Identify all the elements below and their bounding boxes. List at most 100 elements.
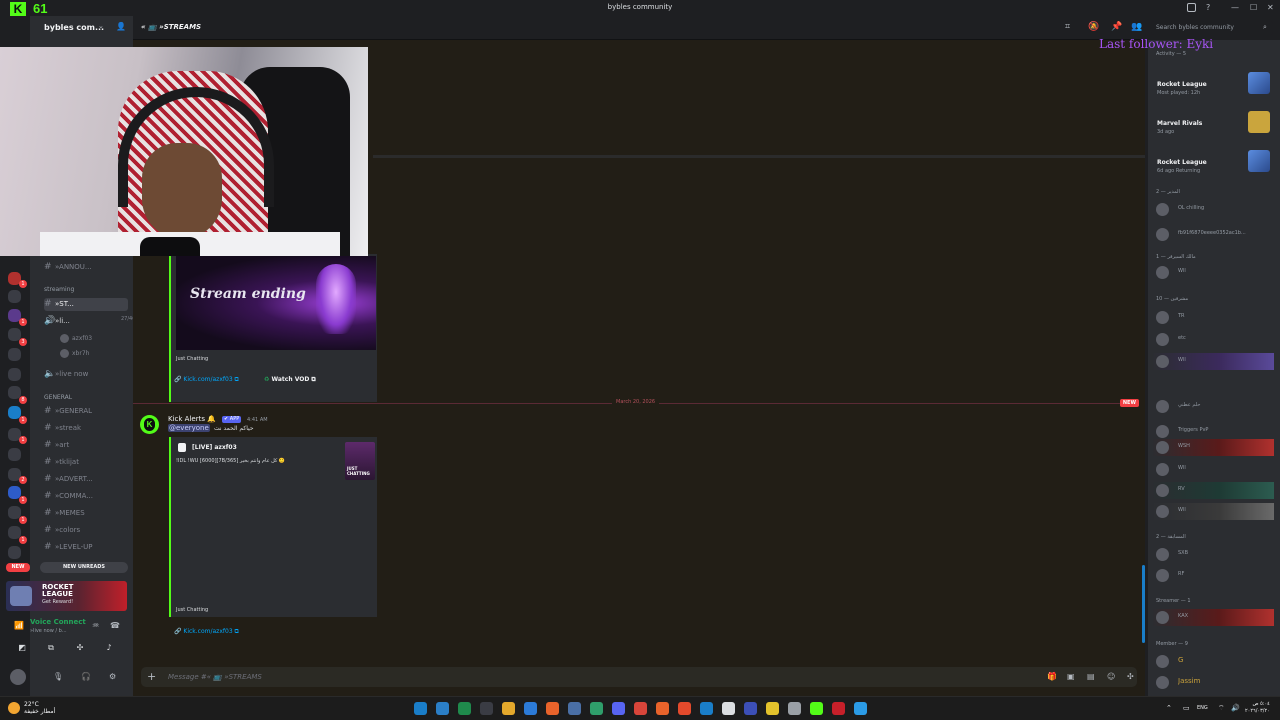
weather-widget[interactable]: 22°C أمطار خفيفة (24, 701, 55, 715)
server-icon[interactable] (8, 546, 21, 559)
member-row[interactable]: fb91f6870eeee0352ac1b... (1152, 226, 1274, 243)
member-row[interactable]: حلم عطني (1152, 398, 1274, 415)
voice-channel-live[interactable]: 🔊»li... (44, 315, 128, 328)
chevron-up-icon[interactable]: ⌃ (1166, 704, 1172, 712)
activity-card[interactable]: Rocket League Most played: 12h (1152, 68, 1274, 104)
camera-off-icon[interactable]: ◩ (15, 643, 29, 655)
volume-icon[interactable]: 🔊 (1231, 704, 1240, 712)
member-row[interactable]: Wll (1152, 461, 1274, 478)
member-row[interactable]: Wll (1152, 503, 1274, 520)
channel-general[interactable]: # »GENERAL (44, 405, 128, 418)
edge-icon[interactable] (524, 702, 537, 715)
server-icon[interactable] (8, 448, 21, 461)
channel-streak[interactable]: # »streak (44, 422, 128, 435)
app-icon[interactable] (722, 702, 735, 715)
search-icon[interactable]: ⌕ (1263, 23, 1267, 32)
new-unreads-button[interactable]: NEW UNREADS (40, 562, 128, 573)
member-row[interactable]: Jassim (1152, 674, 1274, 691)
threads-icon[interactable]: ⌗ (1065, 22, 1070, 32)
activity-card[interactable]: Rocket League 6d ago Returning (1152, 146, 1274, 182)
scrollbar[interactable] (1142, 565, 1145, 643)
app-icon[interactable] (590, 702, 603, 715)
tray-icon[interactable]: ▭ (1183, 704, 1190, 712)
chrome-icon[interactable] (634, 702, 647, 715)
disconnect-icon[interactable]: ☎ (110, 621, 120, 630)
member-list-icon[interactable]: 👥 (1131, 22, 1142, 32)
app-icon[interactable] (810, 702, 823, 715)
chevron-down-icon[interactable]: ⌄ (98, 22, 104, 30)
server-icon[interactable] (8, 348, 21, 361)
app-icon[interactable] (854, 702, 867, 715)
channel-tklijat[interactable]: # »tklijat (44, 456, 128, 469)
app-icon[interactable] (568, 702, 581, 715)
close-button[interactable]: ✕ (1267, 3, 1274, 12)
voice-connect-channel[interactable]: »live now / b... (30, 628, 67, 634)
message-input[interactable]: + Message #« 📺 »STREAMS 🎁 ▣ ▤ ☺ ✣ (141, 667, 1137, 687)
channel-advert[interactable]: # »ADVERT... (44, 473, 128, 486)
category-thumbnail[interactable]: JUST CHATTING (345, 442, 375, 480)
rocket-league-promo[interactable]: ROCKET LEAGUE Get Reward! (6, 581, 127, 611)
microphone-icon[interactable]: 🎙 (53, 672, 63, 681)
clock[interactable]: ٥:٠٤ ص ٢٠٢٦/٠٣/٢٠ (1245, 701, 1270, 715)
kick-link[interactable]: 🔗 Kick.com/azxf03 ⧉ (174, 376, 239, 384)
voice-channel-live-now[interactable]: 🔈»live now (44, 368, 128, 381)
apps-icon[interactable]: ✣ (1127, 672, 1134, 681)
member-row[interactable]: OL chilling (1152, 201, 1274, 218)
member-row[interactable]: RF (1152, 567, 1274, 584)
headphones-icon[interactable]: 🎧 (81, 672, 91, 681)
member-row[interactable]: Wll (1152, 353, 1274, 370)
minimize-button[interactable]: — (1231, 3, 1239, 12)
stream-thumbnail[interactable]: Stream ending (176, 256, 376, 350)
signal-icon[interactable]: 📶 (14, 621, 24, 630)
noise-suppression-icon[interactable]: ♒ (92, 621, 99, 630)
everyone-mention[interactable]: @everyone (168, 424, 210, 432)
live-title[interactable]: [LIVE] azxf03 (192, 444, 237, 451)
help-icon[interactable]: ? (1206, 3, 1210, 12)
task-view-icon[interactable] (436, 702, 449, 715)
member-row[interactable]: KAX (1152, 609, 1274, 626)
gift-icon[interactable]: 🎁 (1047, 672, 1057, 681)
language-indicator[interactable]: ENG (1197, 705, 1208, 711)
sticker-icon[interactable]: ▤ (1087, 672, 1095, 681)
member-row[interactable]: TR (1152, 309, 1274, 326)
brave-icon[interactable] (678, 702, 691, 715)
notification-bell-icon[interactable]: 🔕 (1088, 22, 1099, 32)
app-icon[interactable] (788, 702, 801, 715)
start-menu-icon[interactable] (414, 702, 427, 715)
channel-commands[interactable]: # »COMMA... (44, 490, 128, 503)
search-input[interactable]: Search bybles community (1151, 21, 1273, 35)
add-member-icon[interactable]: 👤 (116, 22, 126, 31)
settings-gear-icon[interactable]: ⚙ (109, 672, 116, 681)
activity-card[interactable]: Marvel Rivals 3d ago (1152, 107, 1274, 143)
xbox-icon[interactable] (458, 702, 471, 715)
member-row[interactable]: Triggers PvP (1152, 423, 1274, 440)
channel-memes[interactable]: # »MEMES (44, 507, 128, 520)
screen-share-icon[interactable]: ⧉ (44, 643, 58, 655)
avatar[interactable] (10, 669, 26, 685)
voice-user[interactable]: azxf03 (60, 334, 92, 343)
emoji-icon[interactable]: ☺ (1107, 672, 1115, 681)
channel-level-up[interactable]: # »LEVEL-UP (44, 541, 128, 554)
member-row[interactable]: SXB (1152, 546, 1274, 563)
app-icon[interactable] (766, 702, 779, 715)
message-author[interactable]: Kick Alerts 🔔 (168, 415, 216, 423)
channel-announcements[interactable]: # »ANNOU... (44, 261, 128, 274)
github-icon[interactable] (480, 702, 493, 715)
discord-icon[interactable] (612, 702, 625, 715)
category-streaming[interactable]: streaming (44, 286, 74, 293)
avatar[interactable]: K (140, 415, 159, 434)
soundboard-icon[interactable]: ♪ (102, 643, 116, 655)
inbox-icon[interactable] (1187, 3, 1196, 12)
wifi-icon[interactable]: ⌔ (1218, 704, 1225, 713)
channel-colors[interactable]: # »colors (44, 524, 128, 537)
member-row[interactable]: WSH (1152, 439, 1274, 456)
server-name[interactable]: bybles com... (44, 23, 104, 32)
member-row[interactable]: G (1152, 653, 1274, 670)
pin-icon[interactable]: 📌 (1111, 22, 1122, 32)
activities-icon[interactable]: ✣ (73, 643, 87, 655)
blender-icon[interactable] (656, 702, 669, 715)
maximize-button[interactable]: ☐ (1250, 3, 1257, 12)
member-row[interactable]: etc (1152, 331, 1274, 348)
app-icon[interactable] (832, 702, 845, 715)
voice-user[interactable]: xbr7h (60, 349, 89, 358)
